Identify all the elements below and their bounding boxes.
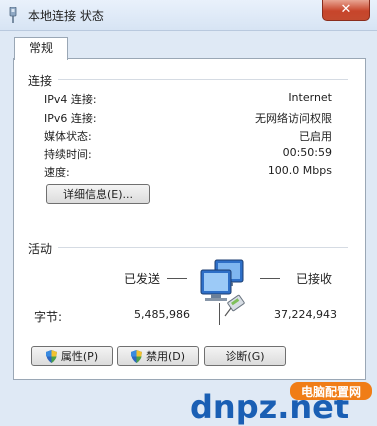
sent-label: 已发送 <box>124 272 161 286</box>
title-bar: 本地连接 状态 ✕ <box>0 0 377 31</box>
diagnose-button-label: 诊断(G) <box>225 350 265 363</box>
network-computers-icon <box>200 259 245 317</box>
ipv6-label: IPv6 连接: <box>44 112 97 125</box>
speed-value: 100.0 Mbps <box>267 164 332 177</box>
disable-button-label: 禁用(D) <box>145 350 186 363</box>
window-title: 本地连接 状态 <box>28 9 104 23</box>
connection-group-label: 连接 <box>28 74 53 88</box>
network-cable-icon <box>9 7 17 23</box>
group-divider <box>58 79 348 80</box>
details-button[interactable]: 详细信息(E)... <box>46 184 150 204</box>
uac-shield-icon <box>130 349 142 363</box>
ipv6-value: 无网络访问权限 <box>255 112 332 125</box>
bytes-label: 字节: <box>34 310 63 324</box>
tab-general[interactable]: 常规 <box>14 37 68 60</box>
close-icon: ✕ <box>340 2 352 17</box>
tab-panel: 连接 IPv4 连接: Internet IPv6 连接: 无网络访问权限 媒体… <box>13 58 366 380</box>
speed-label: 速度: <box>44 166 70 179</box>
received-label: 已接收 <box>296 272 333 286</box>
watermark: dnpz.net 电脑配置网 <box>188 380 377 426</box>
group-divider <box>58 247 348 248</box>
media-state-label: 媒体状态: <box>44 130 92 143</box>
properties-button[interactable]: 属性(P) <box>31 346 113 366</box>
ipv4-label: IPv4 连接: <box>44 93 97 106</box>
watermark-badge-text: 电脑配置网 <box>301 384 361 399</box>
properties-button-label: 属性(P) <box>60 350 99 363</box>
received-line <box>260 278 280 279</box>
sent-line <box>167 278 187 279</box>
duration-value: 00:50:59 <box>282 146 332 159</box>
uac-shield-icon <box>45 349 57 363</box>
diagnose-button[interactable]: 诊断(G) <box>204 346 286 366</box>
details-button-label: 详细信息(E)... <box>62 188 134 201</box>
duration-label: 持续时间: <box>44 148 92 161</box>
activity-group-label: 活动 <box>28 242 53 256</box>
media-state-value: 已启用 <box>299 130 332 143</box>
bytes-received-value: 37,224,943 <box>274 308 337 321</box>
watermark-logo: dnpz.net 电脑配置网 <box>190 382 372 426</box>
bytes-sent-value: 5,485,986 <box>134 308 190 321</box>
close-button[interactable]: ✕ <box>322 0 370 21</box>
disable-button[interactable]: 禁用(D) <box>117 346 199 366</box>
ipv4-value: Internet <box>288 91 332 104</box>
cable-line <box>219 303 220 325</box>
